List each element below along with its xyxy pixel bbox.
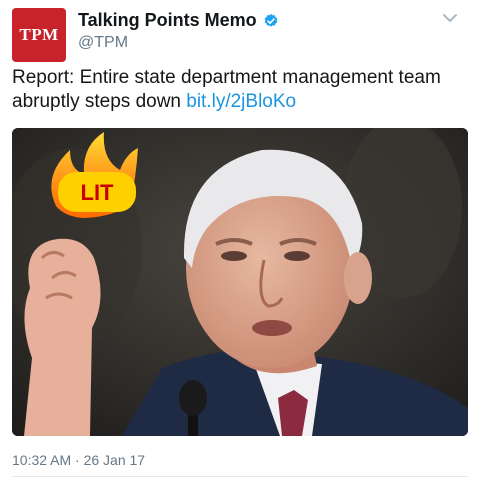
tweet-link[interactable]: bit.ly/2jBloKo <box>186 91 296 112</box>
tweet-timestamp[interactable]: 10:32 AM · 26 Jan 17 <box>12 452 145 468</box>
tweet-media[interactable]: LIT <box>12 128 468 436</box>
tweet-card: TPM Talking Points Memo @TPM Report: Ent… <box>0 0 480 480</box>
avatar[interactable]: TPM <box>12 8 66 62</box>
avatar-text: TPM <box>19 25 59 44</box>
chevron-down-icon[interactable] <box>442 12 458 24</box>
fist <box>24 238 101 436</box>
tweet-text: Report: Entire state department manageme… <box>12 66 468 114</box>
verified-badge-icon <box>264 13 278 27</box>
author-name-row[interactable]: Talking Points Memo <box>78 10 279 31</box>
media-photo: LIT <box>12 128 468 436</box>
fire-emoji-label: LIT <box>81 180 115 205</box>
author-handle[interactable]: @TPM <box>78 34 128 52</box>
author-name[interactable]: Talking Points Memo <box>78 10 257 31</box>
divider <box>12 476 468 477</box>
